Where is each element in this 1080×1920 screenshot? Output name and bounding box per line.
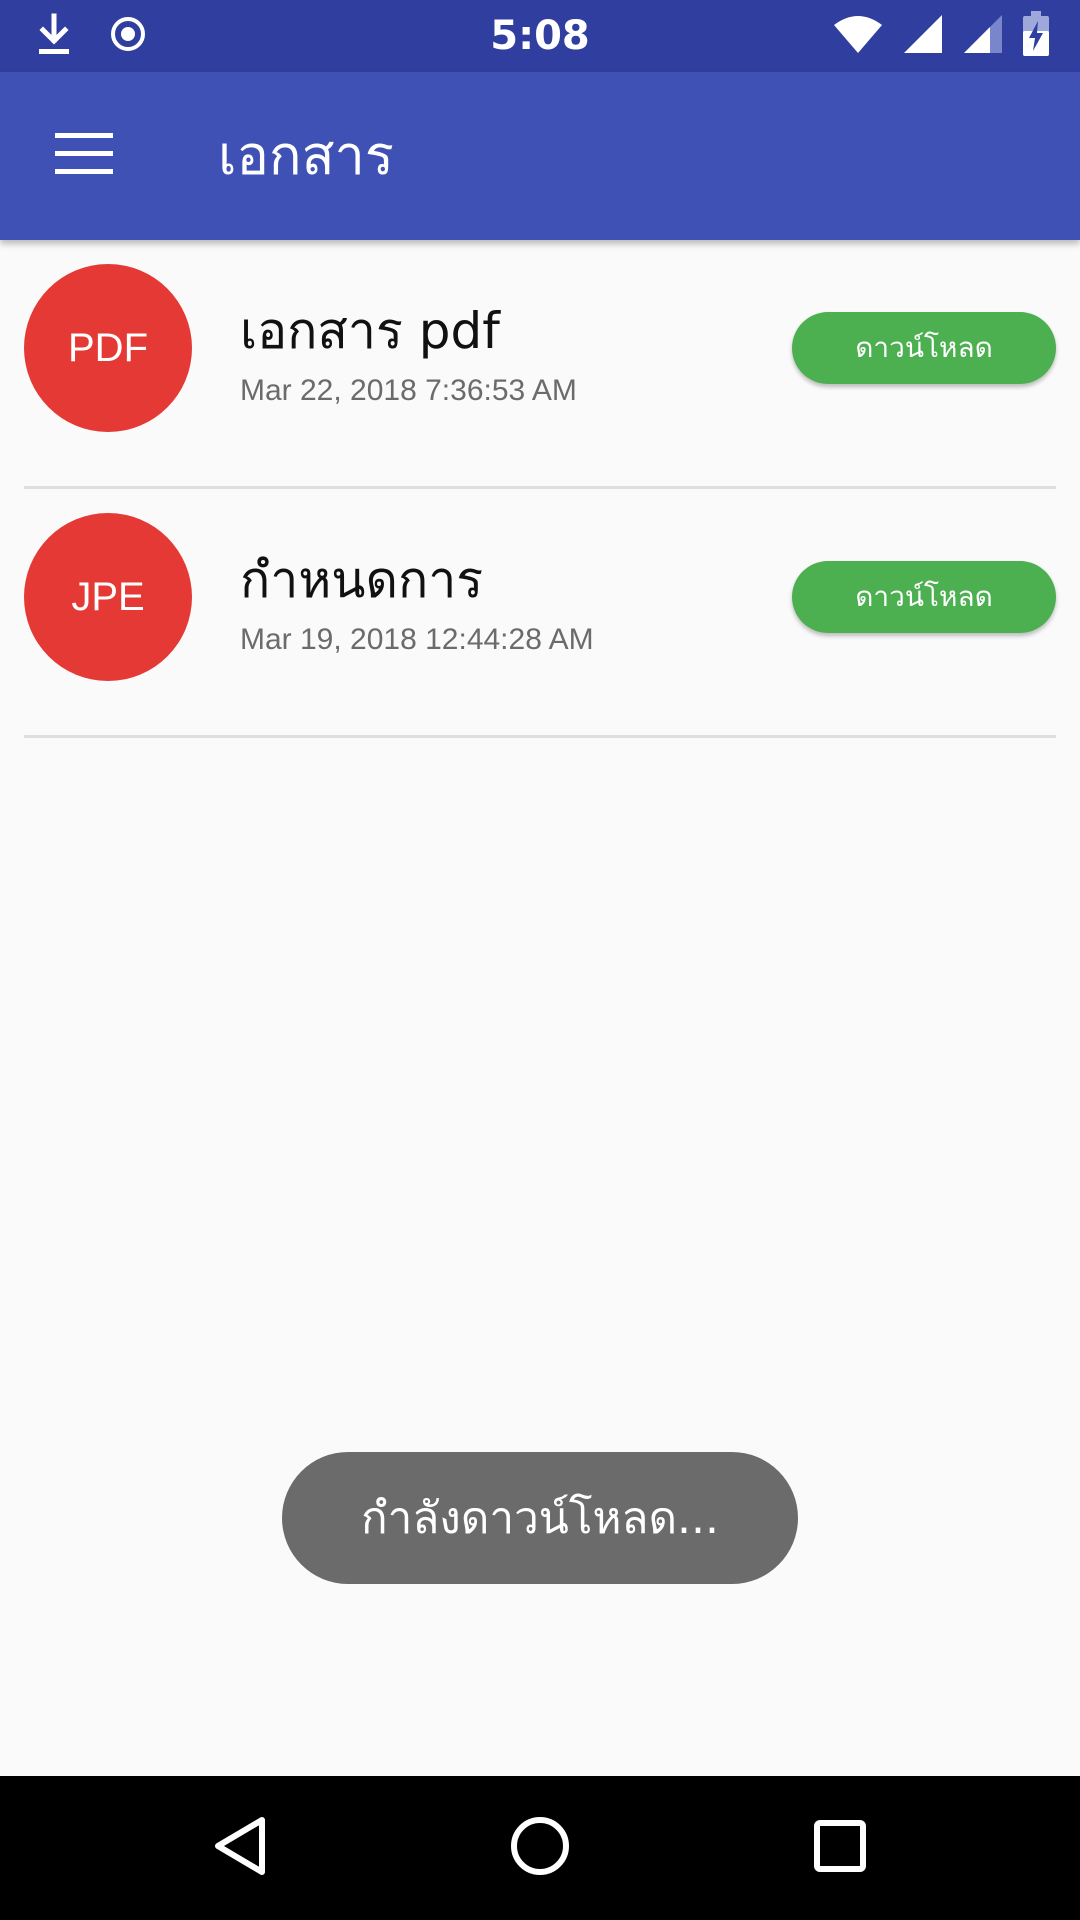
home-button[interactable] <box>490 1798 590 1898</box>
status-bar: 5:08 <box>0 0 1080 72</box>
document-title: เอกสาร pdf <box>240 302 500 360</box>
list-item[interactable]: PDF เอกสาร pdf Mar 22, 2018 7:36:53 AM ด… <box>24 240 1056 489</box>
list-item[interactable]: JPE กำหนดการ Mar 19, 2018 12:44:28 AM ดา… <box>24 489 1056 738</box>
file-type-avatar: PDF <box>24 264 192 432</box>
download-button[interactable]: ดาวน์โหลด <box>792 561 1056 633</box>
download-button[interactable]: ดาวน์โหลด <box>792 312 1056 384</box>
signal-icon <box>962 13 1004 59</box>
menu-button[interactable] <box>44 116 124 196</box>
document-date: Mar 19, 2018 12:44:28 AM <box>240 623 594 656</box>
toast-message: กำลังดาวน์โหลด... <box>282 1452 798 1584</box>
battery-charging-icon <box>1022 11 1050 61</box>
page-title: เอกสาร <box>218 124 394 187</box>
document-title: กำหนดการ <box>240 551 484 609</box>
signal-icon <box>902 13 944 59</box>
back-button[interactable] <box>190 1798 290 1898</box>
navigation-bar <box>0 1776 1080 1920</box>
back-icon <box>210 1814 270 1882</box>
document-list: PDF เอกสาร pdf Mar 22, 2018 7:36:53 AM ด… <box>0 240 1080 738</box>
screen: 5:08 เอกสาร PDF เอกสาร pdf Mar 22, 2018 … <box>0 0 1080 1920</box>
hamburger-menu-icon <box>55 133 113 179</box>
wifi-icon <box>832 13 884 59</box>
home-icon <box>508 1814 572 1882</box>
recent-apps-button[interactable] <box>790 1798 890 1898</box>
recent-apps-icon <box>812 1818 868 1878</box>
status-right-icons <box>832 11 1050 61</box>
file-type-avatar: JPE <box>24 513 192 681</box>
app-bar: เอกสาร <box>0 72 1080 240</box>
document-date: Mar 22, 2018 7:36:53 AM <box>240 374 577 407</box>
